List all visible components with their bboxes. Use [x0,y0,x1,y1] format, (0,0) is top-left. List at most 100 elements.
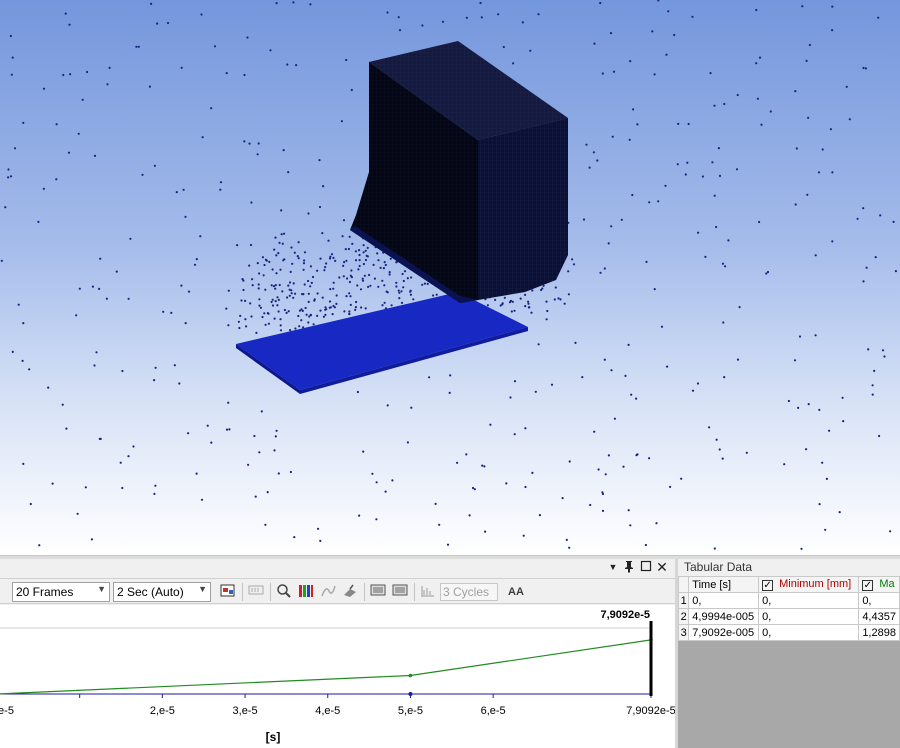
antialias-button[interactable]: AA ▼ [503,583,529,616]
particle [388,273,391,276]
time-cell[interactable]: 4,9994e-005 [688,608,760,625]
zoom-icon[interactable] [275,583,293,601]
table-row[interactable]: 2 4,9994e-005 0, 4,4357 [677,608,900,625]
contour-legend-icon[interactable] [297,583,315,601]
column-header-minimum[interactable]: ✓ Minimum [mm] [758,576,860,593]
column-header-time[interactable]: Time [s] [688,576,760,593]
particle [9,34,12,38]
particle [274,300,277,303]
particle [604,473,607,476]
play-icon[interactable]: ▯ [0,583,2,601]
particle [173,364,176,367]
particle [347,247,350,251]
next-frame-icon[interactable] [391,583,409,601]
particle [389,257,392,260]
particle [42,187,46,190]
minimum-header-label: Minimum [mm] [779,578,852,590]
timeline-graph[interactable]: 7,9092e-5 e-5 2,e-5 3,e-5 4,e-5 5,e-5 6,e-5 7,… [0,605,675,748]
particle [275,272,278,275]
maximize-icon[interactable] [639,560,653,574]
particle [708,426,711,429]
particle [501,302,504,305]
particle [807,403,810,406]
particle [805,59,808,63]
dropdown-arrow-icon[interactable]: ▼ [606,560,620,574]
column-header-maximum[interactable]: ✓ Ma [858,576,900,593]
particle [531,471,534,474]
frames-select-value: 20 Frames [16,585,74,599]
particle [376,252,379,255]
particle [278,283,281,287]
3d-viewport[interactable] [0,0,900,555]
table-row[interactable]: 1 0, 0, 0, [677,592,900,609]
maximum-cell[interactable]: 1,2898 [858,624,900,641]
particle [251,278,254,281]
particle [410,276,413,279]
particle [769,110,772,113]
minimum-cell[interactable]: 0, [758,624,860,641]
particle [814,334,817,337]
particle [609,31,613,35]
particle [755,62,758,65]
particle [119,461,122,464]
particle [423,282,426,285]
particle [403,270,407,273]
particle [22,462,25,465]
particle [357,268,360,271]
particle [800,547,803,550]
particle [883,355,886,358]
particle [255,331,258,334]
particle [78,287,81,290]
maximum-cell[interactable]: 0, [858,592,900,609]
particle [522,534,525,537]
particle [723,102,726,106]
particle [366,246,369,249]
particle [502,45,505,49]
particle [65,427,68,430]
particle [687,122,690,126]
minimum-cell[interactable]: 0, [758,608,860,625]
particle [628,138,631,141]
particle [524,293,527,296]
particle [546,309,549,313]
particle [47,386,50,389]
export-video-icon[interactable] [219,583,237,601]
particle [612,70,616,73]
particle [227,289,230,292]
chevron-down-icon: ▼ [198,584,207,594]
particle [787,399,791,403]
particle [329,306,332,309]
probe-icon[interactable] [341,583,359,601]
table-row[interactable]: 3 7,9092e-005 0, 1,2898 [677,624,900,641]
particle [631,193,634,197]
particle [264,523,267,526]
particle [350,269,353,272]
maximum-checkbox[interactable]: ✓ [862,580,874,591]
particle [187,432,190,435]
particle [889,530,892,533]
particle [362,262,365,266]
minimum-cell[interactable]: 0, [758,592,860,609]
minimum-checkbox[interactable]: ✓ [762,580,774,591]
maximum-cell[interactable]: 4,4357 [858,608,900,625]
particle [275,1,278,5]
particle [265,259,268,262]
particle [666,365,669,368]
pin-icon[interactable] [622,560,636,574]
particle [401,272,404,276]
particle [585,143,588,146]
frames-select[interactable]: 20 Frames ▼ [12,582,110,602]
duration-select[interactable]: 2 Sec (Auto) ▼ [113,582,211,602]
particle [571,258,574,261]
particle [538,514,542,517]
particle [375,481,378,484]
time-cell[interactable]: 7,9092e-005 [688,624,760,641]
close-icon[interactable]: ✕ [655,560,669,574]
particle [406,277,409,280]
particle [135,45,138,48]
particle [534,390,537,393]
time-cell[interactable]: 0, [688,592,760,609]
particle [798,335,802,338]
particle [758,56,762,59]
previous-frame-icon[interactable] [369,583,387,601]
